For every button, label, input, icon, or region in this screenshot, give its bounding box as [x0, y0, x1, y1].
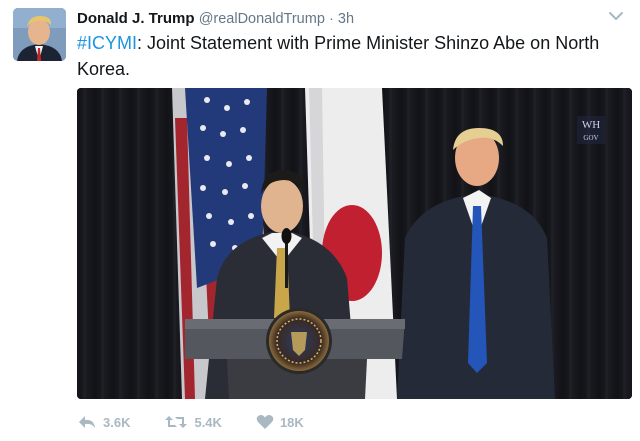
hashtag-link[interactable]: #ICYMI [77, 33, 137, 53]
tweet-header: Donald J. Trump @realDonaldTrump · 3h [77, 8, 354, 30]
heart-icon [256, 415, 274, 429]
reply-icon [79, 416, 95, 428]
reply-button[interactable]: 3.6K [77, 414, 130, 430]
retweet-icon [165, 416, 188, 428]
svg-text:GOV: GOV [583, 134, 598, 142]
more-options-button[interactable] [606, 8, 626, 24]
author-handle[interactable]: @realDonaldTrump [199, 11, 325, 27]
svg-text:WH: WH [582, 119, 600, 131]
press-conference-image: WH GOV [77, 88, 632, 399]
whitehouse-gov-watermark: WH GOV [577, 116, 605, 144]
retweet-count: 5.4K [194, 414, 222, 430]
tweet-media-photo[interactable]: WH GOV [77, 88, 632, 399]
tweet-timestamp[interactable]: 3h [338, 11, 354, 27]
author-name[interactable]: Donald J. Trump [77, 10, 195, 27]
like-count: 18K [279, 414, 304, 430]
tweet-text: #ICYMI: Joint Statement with Prime Minis… [77, 30, 622, 82]
reply-count: 3.6K [103, 414, 131, 430]
chevron-down-icon [609, 12, 623, 20]
tweet-body: : Joint Statement with Prime Minister Sh… [77, 33, 600, 79]
separator-dot: · [329, 10, 334, 26]
tweet[interactable]: Donald J. Trump @realDonaldTrump · 3h #I… [0, 0, 640, 441]
retweet-button[interactable]: 5.4K [164, 414, 222, 430]
avatar-portrait [13, 8, 66, 61]
author-avatar[interactable] [13, 8, 66, 61]
like-button[interactable]: 18K [256, 414, 304, 430]
tweet-actions: 3.6K 5.4K 18K [77, 410, 338, 434]
